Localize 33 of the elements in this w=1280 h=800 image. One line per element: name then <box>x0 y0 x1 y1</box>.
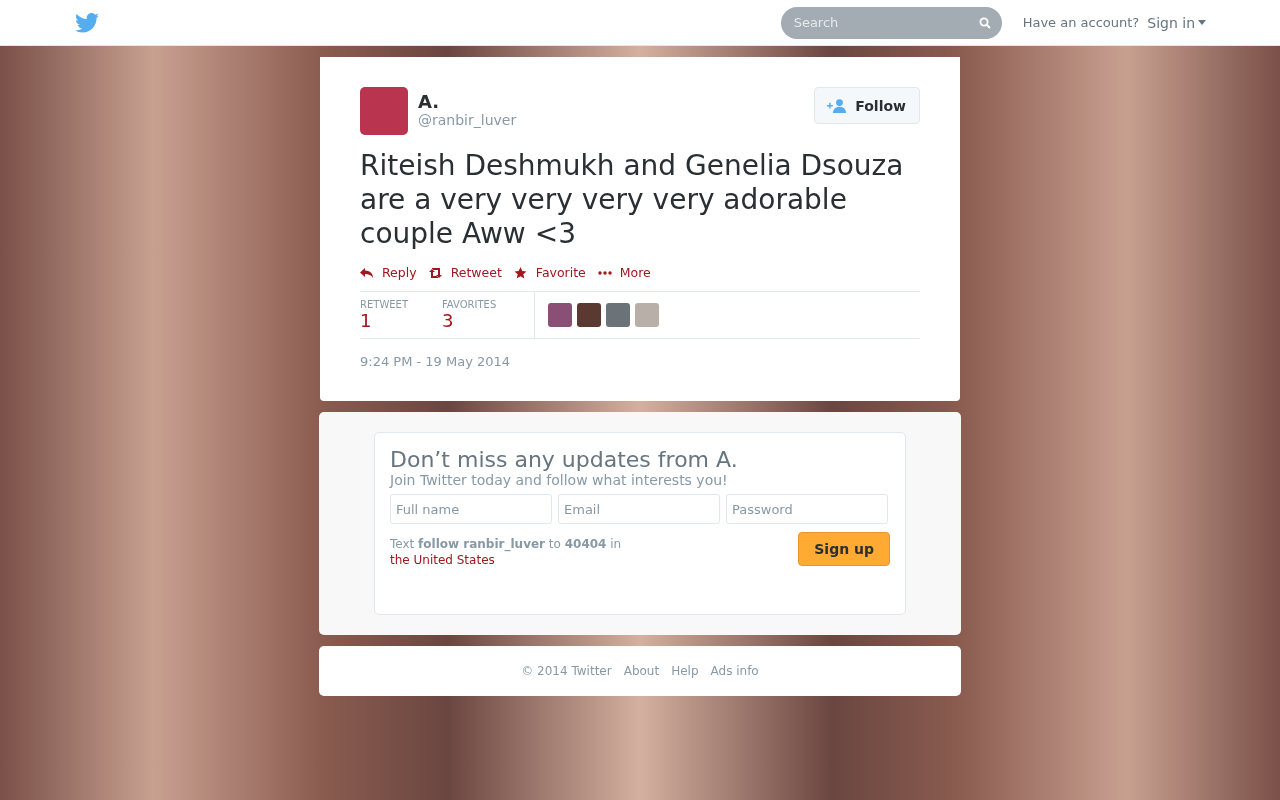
stat-count[interactable]: 1 <box>360 310 442 332</box>
author-name[interactable]: A. <box>418 91 517 112</box>
signup-subtitle: Join Twitter today and follow what interests you! <box>390 472 729 488</box>
copyright-text: © 2014 Twitter <box>521 664 612 678</box>
reply-arrow-icon <box>360 266 374 279</box>
sms-instructions: Text follow ranbir_luver to 40404 in the United States <box>390 536 623 568</box>
stat-count[interactable]: 3 <box>442 310 524 332</box>
input-field[interactable]: Password <box>726 494 888 524</box>
add-person-icon <box>827 98 848 113</box>
retweet-link[interactable]: Retweet <box>428 265 502 280</box>
retweet-icon <box>428 266 443 279</box>
bird-logo-icon[interactable] <box>75 12 99 33</box>
star-icon <box>513 266 528 279</box>
input-field[interactable]: Full name <box>390 494 552 524</box>
search-field[interactable]: Search <box>780 6 1002 39</box>
avatar-photo[interactable] <box>360 87 408 135</box>
caret-icon <box>1198 20 1206 25</box>
user-photo[interactable] <box>548 303 572 327</box>
search-icon <box>978 16 991 29</box>
signup-title: Don’t miss any updates from A. <box>390 447 739 472</box>
account-prompt: Have an account? <box>1022 15 1140 30</box>
user-photo[interactable] <box>606 303 630 327</box>
tweet-text: Riteish Deshmukh and Genelia Dsouza are a very very very very adorable couple Aww <3 <box>360 149 905 251</box>
sign-in-link[interactable]: Sign in <box>1147 14 1206 31</box>
more-link[interactable]: More <box>597 265 651 280</box>
user-photo[interactable] <box>635 303 659 327</box>
sign-up-button[interactable]: Sign up <box>798 532 890 566</box>
country-link[interactable]: the United States <box>390 553 495 567</box>
user-photo[interactable] <box>577 303 601 327</box>
favorite-link[interactable]: Favorite <box>513 265 586 280</box>
follow-button[interactable]: Follow <box>814 87 920 124</box>
reply-link[interactable]: Reply <box>360 265 417 280</box>
input-field[interactable]: Email <box>558 494 720 524</box>
